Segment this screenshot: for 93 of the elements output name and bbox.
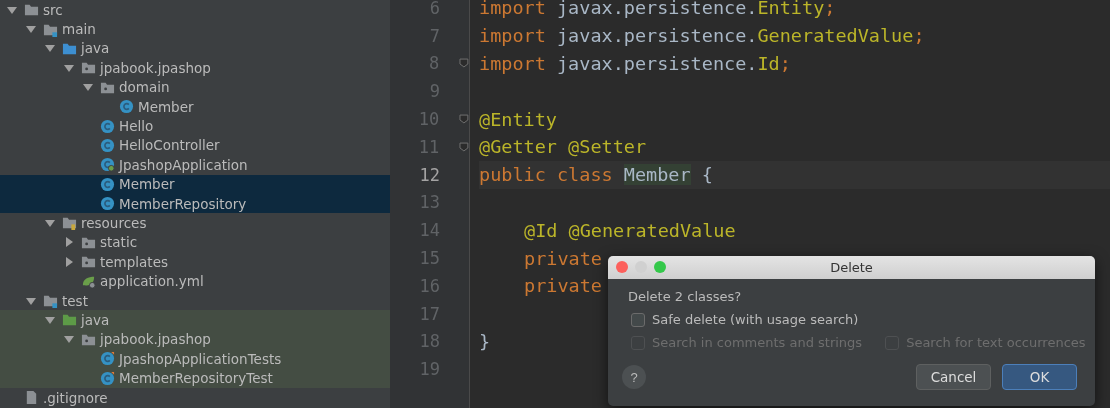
fold-marker-icon[interactable] xyxy=(459,58,469,69)
tree-item[interactable]: Member xyxy=(0,174,390,194)
class-icon xyxy=(100,196,115,212)
tree-item-label: src xyxy=(43,1,63,18)
code-token: ; xyxy=(913,25,925,47)
tree-item[interactable]: domain xyxy=(0,77,390,97)
code-token: javax.persistence. xyxy=(555,25,758,47)
fold-marker-icon[interactable] xyxy=(459,114,469,125)
tree-item-label: resources xyxy=(81,215,147,231)
tree-item[interactable]: templates xyxy=(0,252,390,272)
expanded-arrow-icon[interactable] xyxy=(44,217,56,229)
code-token: @Id @GeneratedValue xyxy=(524,219,736,241)
folder-icon xyxy=(81,254,96,270)
code-token: @Entity xyxy=(479,108,557,130)
tree-item[interactable]: static xyxy=(0,232,390,253)
class-icon xyxy=(100,370,115,386)
tree-item[interactable]: java xyxy=(0,38,390,59)
tree-item-label: domain xyxy=(119,79,170,96)
checkbox[interactable] xyxy=(631,312,645,327)
tree-item[interactable]: JpashopApplication xyxy=(0,155,390,175)
tree-item-label: test xyxy=(62,292,88,309)
tree-item-label: MemberRepositoryTest xyxy=(119,370,273,387)
code-token: private xyxy=(524,275,602,297)
tree-item-label: java xyxy=(81,311,110,328)
tree-item-label: jpabook.jpashop xyxy=(100,59,211,76)
code-token: ; xyxy=(824,0,836,19)
code-token: javax.persistence. xyxy=(555,0,758,19)
tree-item-label: main xyxy=(62,21,96,38)
tree-item-label: .gitignore xyxy=(43,389,108,406)
tree-item[interactable]: HelloController xyxy=(0,135,390,156)
tree-item[interactable]: Member xyxy=(0,96,390,117)
tree-item[interactable]: application.yml xyxy=(0,271,390,291)
tree-item[interactable]: MemberRepositoryTest xyxy=(0,368,390,388)
class-icon xyxy=(100,137,115,153)
class-icon xyxy=(119,99,134,115)
class-icon xyxy=(100,351,115,367)
collapsed-arrow-icon[interactable] xyxy=(63,255,75,268)
tree-item-label: JpashopApplicationTests xyxy=(119,350,282,367)
tree-item[interactable]: java xyxy=(0,310,390,330)
close-button[interactable] xyxy=(616,261,628,273)
code-token: Member xyxy=(623,164,691,186)
tree-item[interactable]: src xyxy=(0,0,390,20)
code-token: javax.persistence. xyxy=(555,53,758,74)
code-token: ; xyxy=(779,53,791,74)
tree-item-label: Member xyxy=(119,176,175,193)
tree-item-label: HelloController xyxy=(119,137,220,154)
tree-item-label: application.yml xyxy=(100,273,204,290)
folder-icon xyxy=(24,2,39,18)
code-token: @Getter @Setter xyxy=(479,136,647,158)
tree-item[interactable]: JpashopApplicationTests xyxy=(0,349,390,369)
tree-item[interactable]: .gitignore xyxy=(0,387,390,408)
tree-item-label: templates xyxy=(100,253,168,270)
code-token: { xyxy=(700,164,713,186)
folder-icon xyxy=(62,312,77,328)
tree-item-label: Member xyxy=(138,98,194,115)
code-token: private xyxy=(524,247,602,269)
ok-button[interactable]: OK xyxy=(1002,364,1077,390)
tree-item[interactable]: test xyxy=(0,290,390,311)
tree-item[interactable]: main xyxy=(0,19,390,39)
line-number: 12 xyxy=(418,164,440,185)
checkbox-label: Safe delete (with usage search) xyxy=(652,312,859,327)
tree-item-label: java xyxy=(81,40,110,57)
code-token: public class xyxy=(479,164,614,186)
tree-item[interactable]: resources xyxy=(0,213,390,233)
tree-item[interactable]: Hello xyxy=(0,116,390,136)
folder-icon xyxy=(62,215,77,231)
tree-item[interactable]: jpabook.jpashop xyxy=(0,329,390,350)
code-token: import xyxy=(479,25,546,47)
code-token: } xyxy=(479,330,491,352)
cancel-button[interactable]: Cancel xyxy=(916,364,991,390)
code-token: import xyxy=(479,53,546,74)
class-icon xyxy=(100,176,115,192)
folder-icon xyxy=(43,293,58,309)
tree-item[interactable]: MemberRepository xyxy=(0,193,390,214)
file-icon xyxy=(24,390,39,405)
dialog-title: Delete xyxy=(830,260,873,275)
code-token: Id xyxy=(757,53,780,74)
tree-item-label: JpashopApplication xyxy=(119,156,248,173)
code-token: GeneratedValue xyxy=(757,25,914,47)
tree-item-label: Hello xyxy=(119,118,154,135)
tree-item-label: jpabook.jpashop xyxy=(100,331,211,348)
help-button[interactable]: ? xyxy=(622,365,646,389)
folder-icon xyxy=(81,60,96,76)
dialog-message: Delete 2 classes? xyxy=(628,289,743,304)
code-token: Entity xyxy=(757,0,825,19)
tree-item-label: static xyxy=(100,234,138,251)
class-icon xyxy=(100,118,115,134)
code-token: import xyxy=(479,0,546,19)
class-icon xyxy=(100,157,115,173)
tree-item-label: MemberRepository xyxy=(119,195,247,212)
collapsed-arrow-icon[interactable] xyxy=(63,236,75,249)
fold-marker-icon[interactable] xyxy=(459,141,469,152)
tree-item[interactable]: jpabook.jpashop xyxy=(0,58,390,78)
